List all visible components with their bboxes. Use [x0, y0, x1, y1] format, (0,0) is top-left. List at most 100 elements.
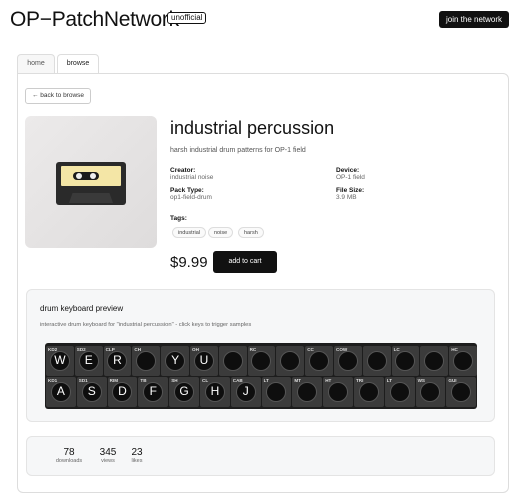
file-size-field: File Size: 3.9 MB [336, 187, 364, 201]
likes-count: 23 [131, 447, 143, 458]
drum-key[interactable]: CLP R [103, 346, 132, 376]
drum-key[interactable]: GUI [446, 377, 477, 407]
drum-key[interactable]: LT [384, 377, 415, 407]
stat-views: 345 views [93, 447, 123, 464]
preview-title: drum keyboard preview [40, 304, 124, 313]
drum-key-char: E [84, 353, 93, 367]
drum-key[interactable] [420, 346, 449, 376]
drum-key[interactable]: KD2 W [46, 346, 74, 376]
views-count: 345 [99, 447, 117, 458]
drum-key[interactable]: MT [292, 377, 323, 407]
product-price: $9.99 [170, 254, 208, 271]
downloads-label: downloads [55, 458, 83, 464]
drum-key-label: HT [325, 378, 332, 383]
drum-key-char: S [87, 384, 96, 398]
stats-bar: 78 downloads 345 views 23 likes [26, 436, 495, 476]
drum-key[interactable]: RC [247, 346, 276, 376]
drum-key[interactable]: OH U [190, 346, 218, 376]
drum-key-label: WS [417, 378, 425, 383]
drum-key[interactable]: CAB J [230, 377, 261, 407]
site-header: OP−PatchNetwork unofficial join the netw… [0, 0, 522, 40]
tag-chip[interactable]: noise [208, 227, 234, 238]
add-to-cart-button[interactable]: add to cart [213, 251, 277, 273]
drum-key-char: Y [171, 353, 180, 367]
join-network-button[interactable]: join the network [438, 11, 509, 28]
drum-key[interactable]: CL H [200, 377, 230, 407]
stat-likes: 23 likes [125, 447, 149, 464]
drum-key-label: CAB [232, 378, 243, 383]
creator-label: Creator: [170, 167, 196, 174]
drum-pad [136, 351, 157, 371]
drum-key[interactable]: TRI [354, 377, 384, 407]
drum-key[interactable]: RIM D [107, 377, 138, 407]
drum-key[interactable]: CH [132, 346, 161, 376]
views-label: views [101, 458, 115, 464]
drum-key[interactable] [276, 346, 305, 376]
device-field: Device: OP-1 field [336, 167, 365, 181]
pack-type-label: Pack Type: [170, 187, 204, 194]
drum-key-label: CLP [105, 347, 115, 352]
drum-key[interactable]: KD1 A [46, 377, 76, 407]
drum-key-label: SH [171, 378, 178, 383]
drum-key-label: RC [249, 347, 257, 352]
drum-keyboard: KD2 W SD2 E CLP R CH Y OH U RC CC COW LC HC KD1 A SD1 S RIM… [45, 343, 477, 409]
creator-field: Creator: industrial noise [170, 167, 213, 181]
drum-key-label: SD2 [76, 347, 86, 352]
device-value: OP-1 field [336, 174, 365, 181]
drum-key[interactable]: Y [161, 346, 189, 376]
drum-key[interactable]: SH G [169, 377, 199, 407]
tag-chip[interactable]: harsh [238, 227, 264, 238]
drum-key[interactable]: SD2 E [74, 346, 103, 376]
tab-browse[interactable]: browse [57, 54, 99, 75]
drum-key[interactable]: WS [415, 377, 446, 407]
product-description: harsh industrial drum patterns for OP-1 … [170, 147, 306, 154]
site-logo[interactable]: OP−PatchNetwork [10, 8, 179, 32]
drum-pad [297, 382, 318, 402]
device-label: Device: [336, 167, 360, 174]
tag-chip[interactable]: industrial [172, 227, 207, 238]
drum-key-char: A [56, 384, 65, 398]
unofficial-badge: unofficial [167, 12, 207, 24]
drum-key[interactable] [218, 346, 247, 376]
drum-key-label: CL [202, 378, 209, 383]
drum-pad [389, 382, 410, 402]
drum-key[interactable]: LT [261, 377, 292, 407]
drum-key-char: H [210, 384, 220, 398]
file-size-label: File Size: [336, 187, 365, 194]
drum-key-char: W [54, 353, 66, 367]
drum-key[interactable]: HT [323, 377, 353, 407]
pack-type-field: Pack Type: op1-field-drum [170, 187, 212, 201]
drum-pad [280, 351, 301, 371]
drum-pad [424, 351, 445, 371]
stat-downloads: 78 downloads [49, 447, 89, 464]
drum-key-label: CH [134, 347, 142, 352]
drum-pad [395, 351, 416, 371]
product-cover-image [25, 116, 157, 248]
drum-key-label: OH [192, 347, 199, 352]
drum-key[interactable]: HC [449, 346, 477, 376]
cassette-icon [56, 162, 126, 205]
drum-key[interactable]: CC [305, 346, 333, 376]
drum-key[interactable]: LC [391, 346, 420, 376]
drum-key-label: MT [294, 378, 302, 383]
tab-home[interactable]: home [17, 54, 55, 74]
tags-label: Tags: [170, 215, 187, 222]
drum-pad [358, 382, 379, 402]
drum-key-char: F [149, 384, 157, 398]
drum-pad [309, 351, 330, 371]
drum-pad [266, 382, 287, 402]
file-size-value: 3.9 MB [336, 194, 357, 201]
drum-key-label: HC [451, 347, 458, 352]
downloads-count: 78 [63, 447, 75, 458]
drum-key-label: SD1 [78, 378, 88, 383]
drum-pad [328, 382, 349, 402]
drum-key[interactable]: SD1 S [76, 377, 107, 407]
drum-key-char: D [118, 384, 127, 398]
drum-key[interactable]: TB F [138, 377, 169, 407]
drum-key-char: J [242, 384, 249, 398]
drum-key[interactable]: COW [334, 346, 362, 376]
drum-key-label: TB [140, 378, 147, 383]
creator-value[interactable]: industrial noise [170, 174, 213, 181]
drum-key[interactable] [362, 346, 391, 376]
back-to-browse-button[interactable]: ← back to browse [25, 88, 92, 104]
